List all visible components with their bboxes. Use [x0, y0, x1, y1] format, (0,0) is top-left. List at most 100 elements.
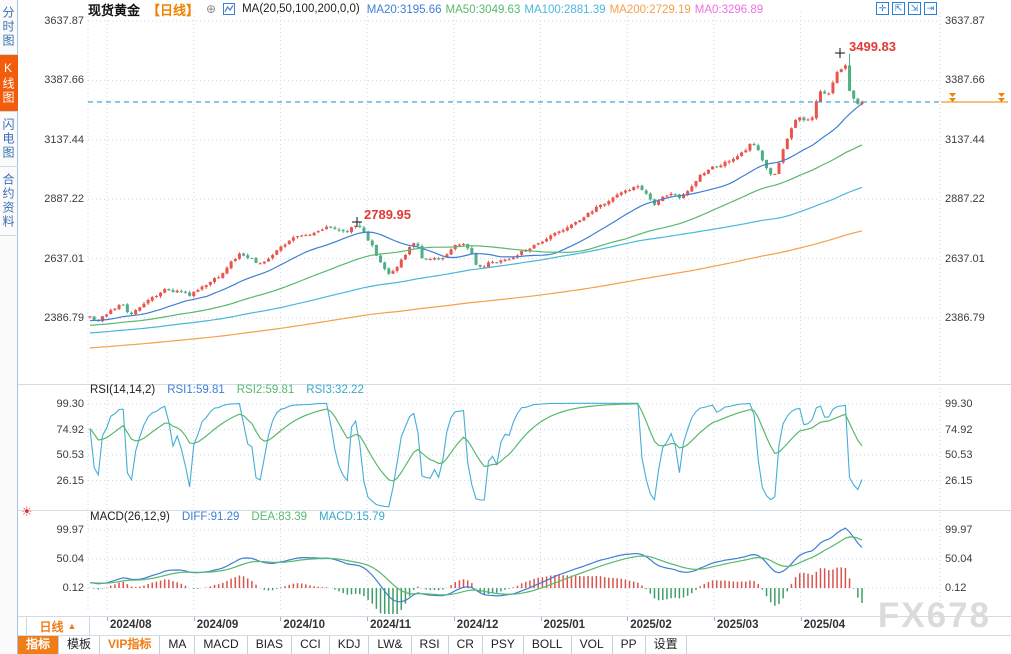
period-tag: 【日线】 [147, 0, 199, 19]
y-axis-label: 50.53 [945, 448, 973, 462]
x-axis-label: 2024/11 [370, 619, 411, 631]
macd-histogram [90, 567, 862, 619]
macd-header: MACD(26,12,9) DIFF:91.29DEA:83.39MACD:15… [90, 510, 385, 524]
x-axis-tick [714, 617, 715, 621]
ma50-line [90, 145, 862, 325]
tab-模板[interactable]: 模板 [59, 636, 100, 654]
x-axis-tick [367, 617, 368, 621]
price-annotation: 2789.95 [364, 207, 411, 222]
tab-CCI[interactable]: CCI [292, 636, 330, 654]
indicator-legend-item: DEA:83.39 [251, 511, 307, 523]
x-axis-tick [454, 617, 455, 621]
x-axis-tick [541, 617, 542, 621]
tab-VIP指标[interactable]: VIP指标 [100, 636, 160, 654]
y-axis-label: 0.12 [945, 581, 966, 595]
rsi-smooth-line [90, 404, 862, 481]
y-axis-label: 2637.01 [945, 252, 985, 266]
tab-RSI[interactable]: RSI [412, 636, 449, 654]
sidebar-item-2[interactable]: K线图 [0, 55, 18, 112]
period-selector-label: 日线 [40, 618, 64, 635]
x-axis-label: 2025/01 [544, 619, 586, 631]
alert-icon[interactable]: ☀ [21, 504, 33, 520]
tab-MACD[interactable]: MACD [195, 636, 247, 654]
y-axis-label: 74.92 [56, 423, 84, 437]
x-axis-label: 2024/08 [110, 619, 152, 631]
y-axis-label: 3387.66 [945, 73, 985, 87]
y-axis-left: 3637.873387.663137.442887.222637.012386.… [20, 0, 86, 654]
tab-CR[interactable]: CR [449, 636, 483, 654]
ma-legend-item: MA0:3296.89 [695, 4, 763, 16]
chart-header: 现货黄金 【日线】 ⊕ MA(20,50,100,200,0,0) MA20:3… [88, 1, 767, 17]
tab-MA[interactable]: MA [160, 636, 195, 654]
chart-canvas[interactable] [0, 0, 1011, 654]
x-axis: 日线 ▲ 2024/082024/092024/102024/112024/12… [0, 617, 1011, 635]
ma-legend-item: MA20:3195.66 [367, 4, 442, 16]
x-axis-label: 2025/03 [717, 619, 759, 631]
y-axis-label: 0.12 [63, 581, 84, 595]
axis-scale-icon[interactable]: ⇱ [892, 2, 905, 15]
tab-PP[interactable]: PP [613, 636, 646, 654]
rsi-params-label: RSI(14,14,2) [90, 384, 155, 396]
tab-KDJ[interactable]: KDJ [330, 636, 370, 654]
rsi-legend: RSI1:59.81RSI2:59.81RSI3:32.22 [167, 384, 364, 396]
exit-chart-icon[interactable]: ⇥ [924, 2, 937, 15]
symbol-name: 现货黄金 [88, 0, 140, 19]
y-axis-label: 99.97 [945, 523, 973, 537]
header-toolbar: ✛⇱⇲⇥ [876, 2, 937, 15]
y-axis-label: 50.04 [56, 552, 84, 566]
y-axis-label: 3637.87 [44, 14, 84, 28]
x-axis-tick [194, 617, 195, 621]
tab-设置[interactable]: 设置 [646, 636, 687, 654]
y-axis-label: 2386.79 [44, 311, 84, 325]
ma-legend-item: MA50:3049.63 [446, 4, 521, 16]
indicator-legend-item: RSI2:59.81 [237, 384, 295, 396]
ma-legend: MA20:3195.66 MA50:3049.63MA100:2881.39 MA2… [367, 2, 767, 16]
ma-legend-item: MA100:2881.39 [524, 4, 605, 16]
ma-legend-item: MA200:2729.19 [610, 4, 691, 16]
y-axis-label: 3637.87 [945, 14, 985, 28]
app-window: FX678 分时图K线图闪电图合约资料 现货黄金 【日线】 ⊕ MA(20,50… [0, 0, 1011, 654]
add-indicator-icon[interactable]: ⊕ [206, 2, 216, 16]
x-axis-stub [18, 617, 27, 635]
x-axis-tick [801, 617, 802, 621]
tab-BIAS[interactable]: BIAS [248, 636, 292, 654]
tab-BOLL[interactable]: BOLL [524, 636, 572, 654]
crosshair-icon[interactable]: ✛ [876, 2, 889, 15]
scroll-latest-icon[interactable]: ⇲ [908, 2, 921, 15]
ma200-line [90, 231, 862, 348]
sidebar-item-3[interactable]: 闪电图 [0, 112, 18, 167]
y-axis-label: 99.97 [56, 523, 84, 537]
tab-LW&[interactable]: LW& [369, 636, 411, 654]
period-selector-button[interactable]: 日线 ▲ [27, 617, 90, 635]
y-axis-label: 26.15 [945, 474, 973, 488]
tab-PSY[interactable]: PSY [483, 636, 524, 654]
indicator-legend-item: DIFF:91.29 [182, 511, 240, 523]
y-axis-right: 3637.873387.663137.442887.222637.012386.… [942, 0, 1011, 654]
y-axis-label: 3137.44 [44, 133, 84, 147]
tab-VOL[interactable]: VOL [572, 636, 613, 654]
indicator-tab-bar: 指标模板VIP指标MAMACDBIASCCIKDJLW&RSICRPSYBOLL… [18, 636, 1011, 654]
ma-settings-label: MA(20,50,100,200,0,0) [242, 3, 360, 15]
y-axis-label: 74.92 [945, 423, 973, 437]
x-axis-label: 2025/02 [630, 619, 672, 631]
y-axis-label: 50.53 [56, 448, 84, 462]
chevron-up-icon: ▲ [68, 621, 77, 631]
x-axis-label: 2024/09 [197, 619, 239, 631]
sidebar-item-4[interactable]: 合约资料 [0, 167, 18, 236]
x-axis-tick [280, 617, 281, 621]
y-axis-label: 2637.01 [44, 252, 84, 266]
sidebar-item-1[interactable]: 分时图 [0, 0, 18, 55]
tab-指标[interactable]: 指标 [18, 636, 59, 654]
y-axis-label: 2887.22 [44, 192, 84, 206]
x-axis-label: 2024/12 [457, 619, 499, 631]
x-axis-tick [107, 617, 108, 621]
indicator-legend-item: RSI1:59.81 [167, 384, 225, 396]
price-annotation: 3499.83 [849, 39, 896, 54]
macd-params-label: MACD(26,12,9) [90, 511, 170, 523]
annotation-cross-markers [352, 48, 845, 227]
ma-chart-icon [223, 3, 235, 15]
x-axis-tick [627, 617, 628, 621]
y-axis-label: 2386.79 [945, 311, 985, 325]
y-axis-label: 26.15 [56, 474, 84, 488]
y-axis-label: 99.30 [945, 397, 973, 411]
